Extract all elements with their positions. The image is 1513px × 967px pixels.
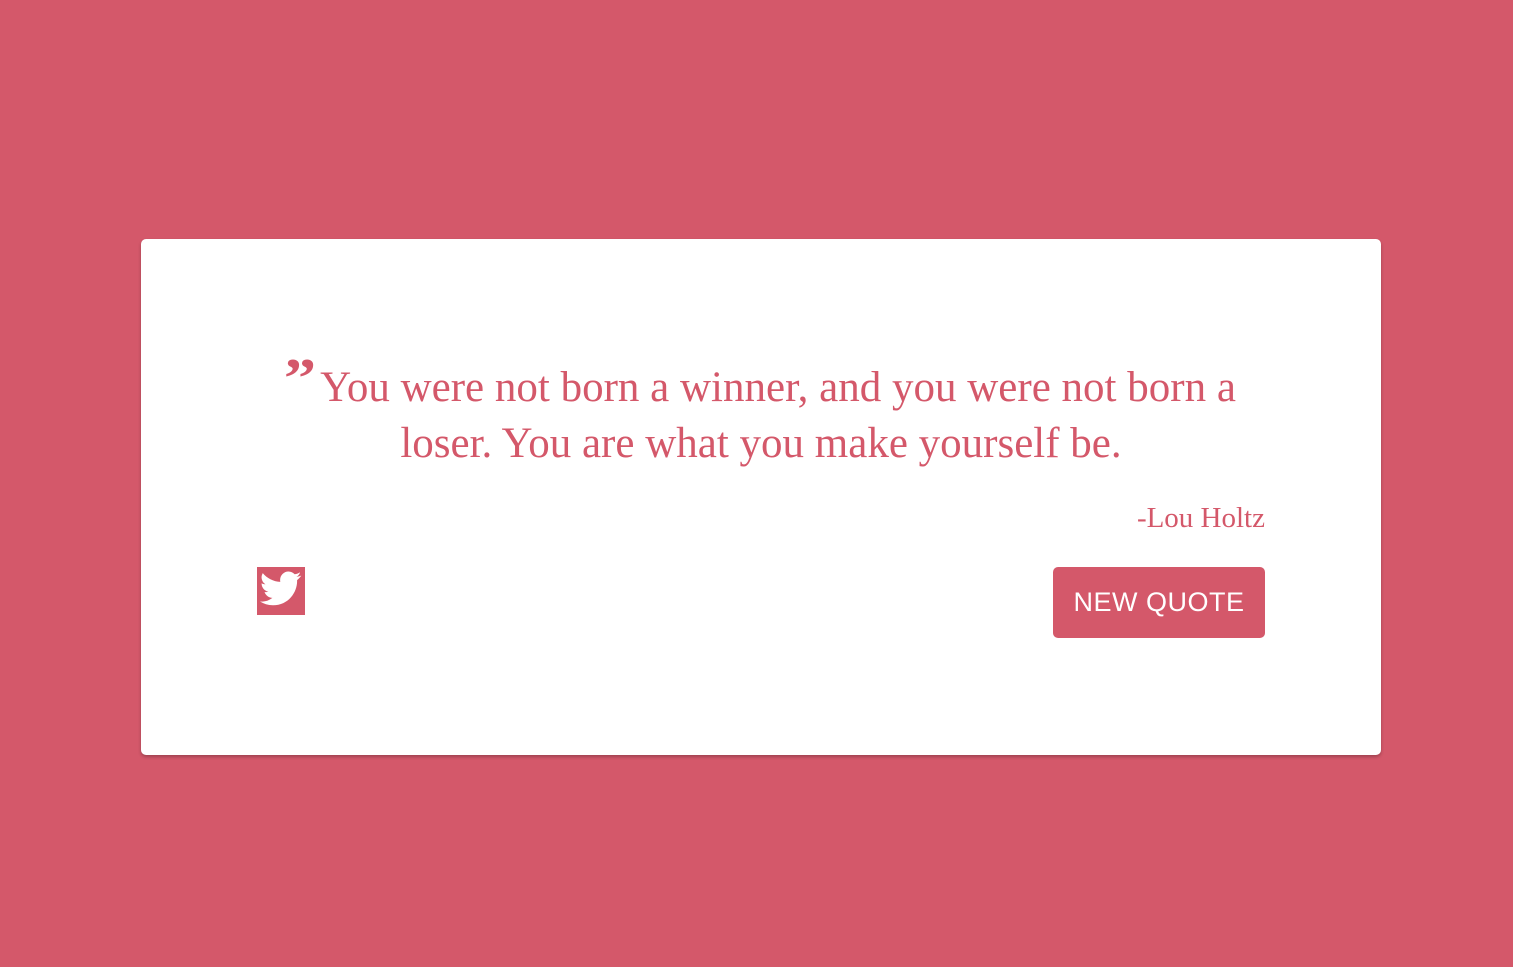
quote-author: -Lou Holtz	[1136, 502, 1265, 534]
new-quote-button[interactable]: NEW QUOTE	[1053, 567, 1265, 638]
quote-text: You were not born a winner, and you were…	[320, 364, 1236, 467]
twitter-icon	[260, 571, 302, 612]
quote-text-block: ”You were not born a winner, and you wer…	[257, 348, 1265, 472]
quote-icon: ”	[283, 348, 317, 410]
tweet-quote-button[interactable]	[257, 567, 305, 615]
quote-card: ”You were not born a winner, and you wer…	[141, 239, 1381, 755]
